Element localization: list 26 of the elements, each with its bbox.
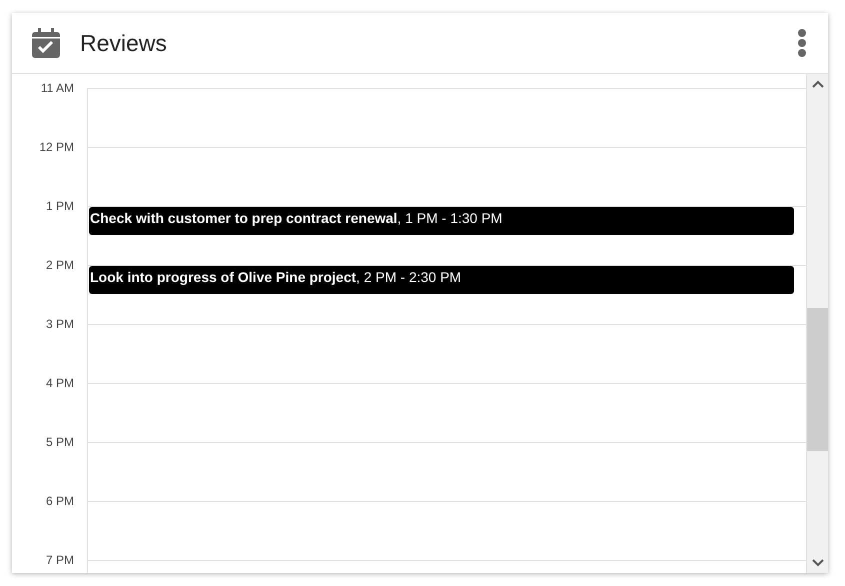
hour-slot[interactable]: Check with customer to prep contract renewal, 1 PM - 1:30 PM bbox=[87, 206, 806, 265]
hour-slot[interactable] bbox=[87, 147, 806, 206]
scroll-down-icon[interactable] bbox=[812, 559, 824, 567]
scrollbar-thumb[interactable] bbox=[807, 308, 828, 451]
hour-slot[interactable] bbox=[87, 442, 806, 501]
hour-slot[interactable] bbox=[87, 88, 806, 147]
scroll-up-icon[interactable] bbox=[812, 80, 824, 88]
calendar-event[interactable]: Look into progress of Olive Pine project, 2 PM - 2:30 PM bbox=[89, 266, 794, 294]
hour-slot[interactable] bbox=[87, 501, 806, 560]
hour-label: 5 PM bbox=[44, 435, 75, 449]
hour-label: 12 PM bbox=[38, 140, 75, 154]
calendar-check-icon bbox=[32, 28, 60, 58]
card-title: Reviews bbox=[80, 30, 168, 56]
hour-label: 2 PM bbox=[44, 258, 75, 272]
hour-label: 1 PM bbox=[44, 199, 75, 213]
hour-label: 7 PM bbox=[44, 553, 75, 567]
calendar-event[interactable]: Check with customer to prep contract renewal, 1 PM - 1:30 PM bbox=[89, 207, 794, 235]
hour-label: 6 PM bbox=[44, 494, 75, 508]
hour-slot[interactable]: Look into progress of Olive Pine project, 2 PM - 2:30 PM bbox=[87, 265, 806, 324]
hour-slot[interactable] bbox=[87, 383, 806, 442]
hour-slot[interactable] bbox=[87, 324, 806, 383]
scrollbar[interactable] bbox=[806, 74, 828, 573]
hour-label: 4 PM bbox=[44, 376, 75, 390]
hour-label: 11 AM bbox=[40, 81, 75, 95]
hour-label: 3 PM bbox=[44, 317, 75, 331]
more-menu-button[interactable] bbox=[796, 28, 808, 58]
